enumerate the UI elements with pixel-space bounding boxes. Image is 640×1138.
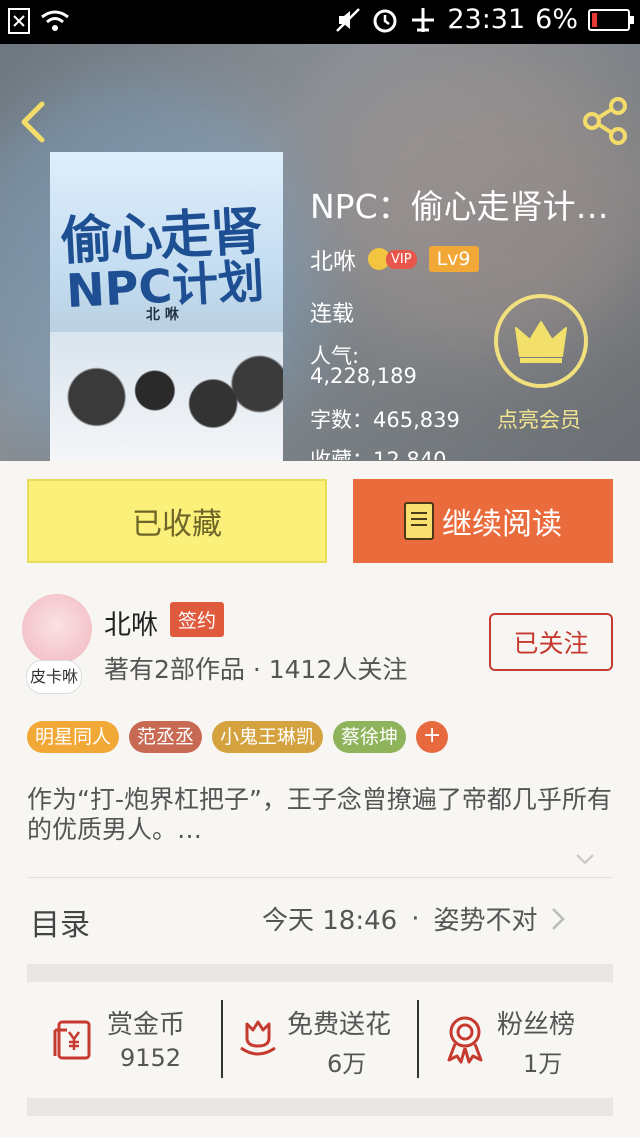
battery-icon	[588, 8, 634, 31]
expand-description-button[interactable]	[574, 848, 596, 870]
word-count: 字数：465,839	[310, 408, 460, 432]
book-author[interactable]: 北咻	[310, 242, 356, 276]
reward-coin-label: 赏金币	[107, 1010, 186, 1040]
share-icon	[583, 97, 627, 145]
follow-label: 已关注	[513, 629, 589, 658]
serial-status: 连载	[310, 302, 355, 327]
book-icon	[404, 502, 434, 540]
airplane-icon	[412, 7, 435, 32]
status-left	[8, 8, 70, 34]
member-button[interactable]	[494, 294, 588, 388]
book-title: NPC：偷心走肾计…	[310, 187, 609, 226]
alarm-icon	[373, 9, 397, 32]
reward-coin-value: 9152	[120, 1044, 182, 1072]
toc-latest[interactable]: 今天 18:46 · 姿势不对	[262, 900, 566, 937]
tag-item[interactable]: 蔡徐坤	[333, 721, 407, 753]
fan-rank-item[interactable]: 粉丝榜 1万	[419, 1000, 613, 1080]
cover-artwork	[50, 332, 283, 462]
continue-reading-button[interactable]: 继续阅读	[353, 479, 613, 563]
send-flower-label: 免费送花	[287, 1010, 392, 1040]
popularity-value: 4,228,189	[310, 364, 417, 388]
flower-icon	[240, 1020, 276, 1056]
back-button[interactable]	[14, 100, 54, 144]
level-badge: Lv9	[428, 246, 479, 272]
battery-percent: 6%	[535, 4, 578, 35]
share-button[interactable]	[580, 96, 630, 146]
signed-badge: 签约	[170, 602, 225, 637]
notification-icon	[8, 8, 30, 34]
crown-icon	[515, 321, 567, 363]
avatar-image	[22, 594, 92, 664]
favorited-label: 已收藏	[132, 507, 222, 542]
status-right: 23:31 6%	[335, 4, 634, 35]
chevron-down-icon	[576, 854, 594, 865]
toc-updated: 今天 18:46	[262, 906, 398, 936]
toc-dot: ·	[411, 903, 420, 934]
status-bar: 23:31 6%	[0, 0, 640, 44]
medal-icon	[447, 1016, 483, 1064]
book-cover[interactable]: 偷心走肾 NPC计划 北 咻	[50, 152, 283, 462]
section-separator	[27, 1098, 613, 1116]
favorited-button[interactable]: 已收藏	[27, 479, 327, 563]
member-label[interactable]: 点亮会员	[497, 404, 581, 434]
book-author-line: 北咻 VIP Lv9	[310, 242, 479, 276]
vip-badge: VIP	[368, 248, 417, 270]
toc-latest-chapter: 姿势不对	[433, 906, 538, 936]
tag-list: 明星同人 范丞丞 小鬼王琳凯 蔡徐坤 +	[27, 721, 449, 753]
tag-item[interactable]: 范丞丞	[129, 721, 203, 753]
divider	[27, 877, 613, 878]
vip-label: VIP	[386, 249, 417, 269]
send-flower-value: 6万	[327, 1050, 367, 1078]
author-avatar[interactable]: 皮卡咻	[22, 594, 92, 694]
follow-button[interactable]: 已关注	[489, 613, 613, 671]
book-description[interactable]: 作为“打-炮界杠把子”，王子念曾撩遍了帝都几乎所有的优质男人。…	[27, 785, 617, 845]
fan-rank-value: 1万	[523, 1050, 563, 1078]
chevron-left-icon	[21, 101, 45, 143]
fan-rank-label: 粉丝榜	[497, 1010, 576, 1040]
author-stats: 著有2部作品 · 1412人关注	[104, 655, 408, 684]
reward-coin-icon	[53, 1020, 91, 1060]
tag-item[interactable]: 小鬼王琳凯	[212, 721, 324, 753]
toc-label[interactable]: 目录	[30, 900, 90, 944]
section-separator	[27, 964, 613, 982]
send-flower-item[interactable]: 免费送花 6万	[223, 1000, 417, 1080]
chevron-right-icon	[552, 907, 566, 930]
add-tag-button[interactable]: +	[416, 721, 449, 753]
avatar-tag: 皮卡咻	[26, 660, 83, 694]
status-time: 23:31	[447, 4, 526, 35]
cover-author: 北 咻	[146, 307, 179, 323]
reward-coin-item[interactable]: 赏金币 9152	[27, 1000, 221, 1080]
mute-icon	[336, 7, 361, 32]
wifi-icon	[41, 10, 69, 31]
author-name[interactable]: 北咻	[104, 603, 158, 642]
stats-row: 赏金币 9152 免费送花 6万 粉丝榜 1万	[27, 1000, 613, 1080]
continue-reading-label: 继续阅读	[442, 507, 562, 542]
tag-item[interactable]: 明星同人	[27, 721, 120, 753]
